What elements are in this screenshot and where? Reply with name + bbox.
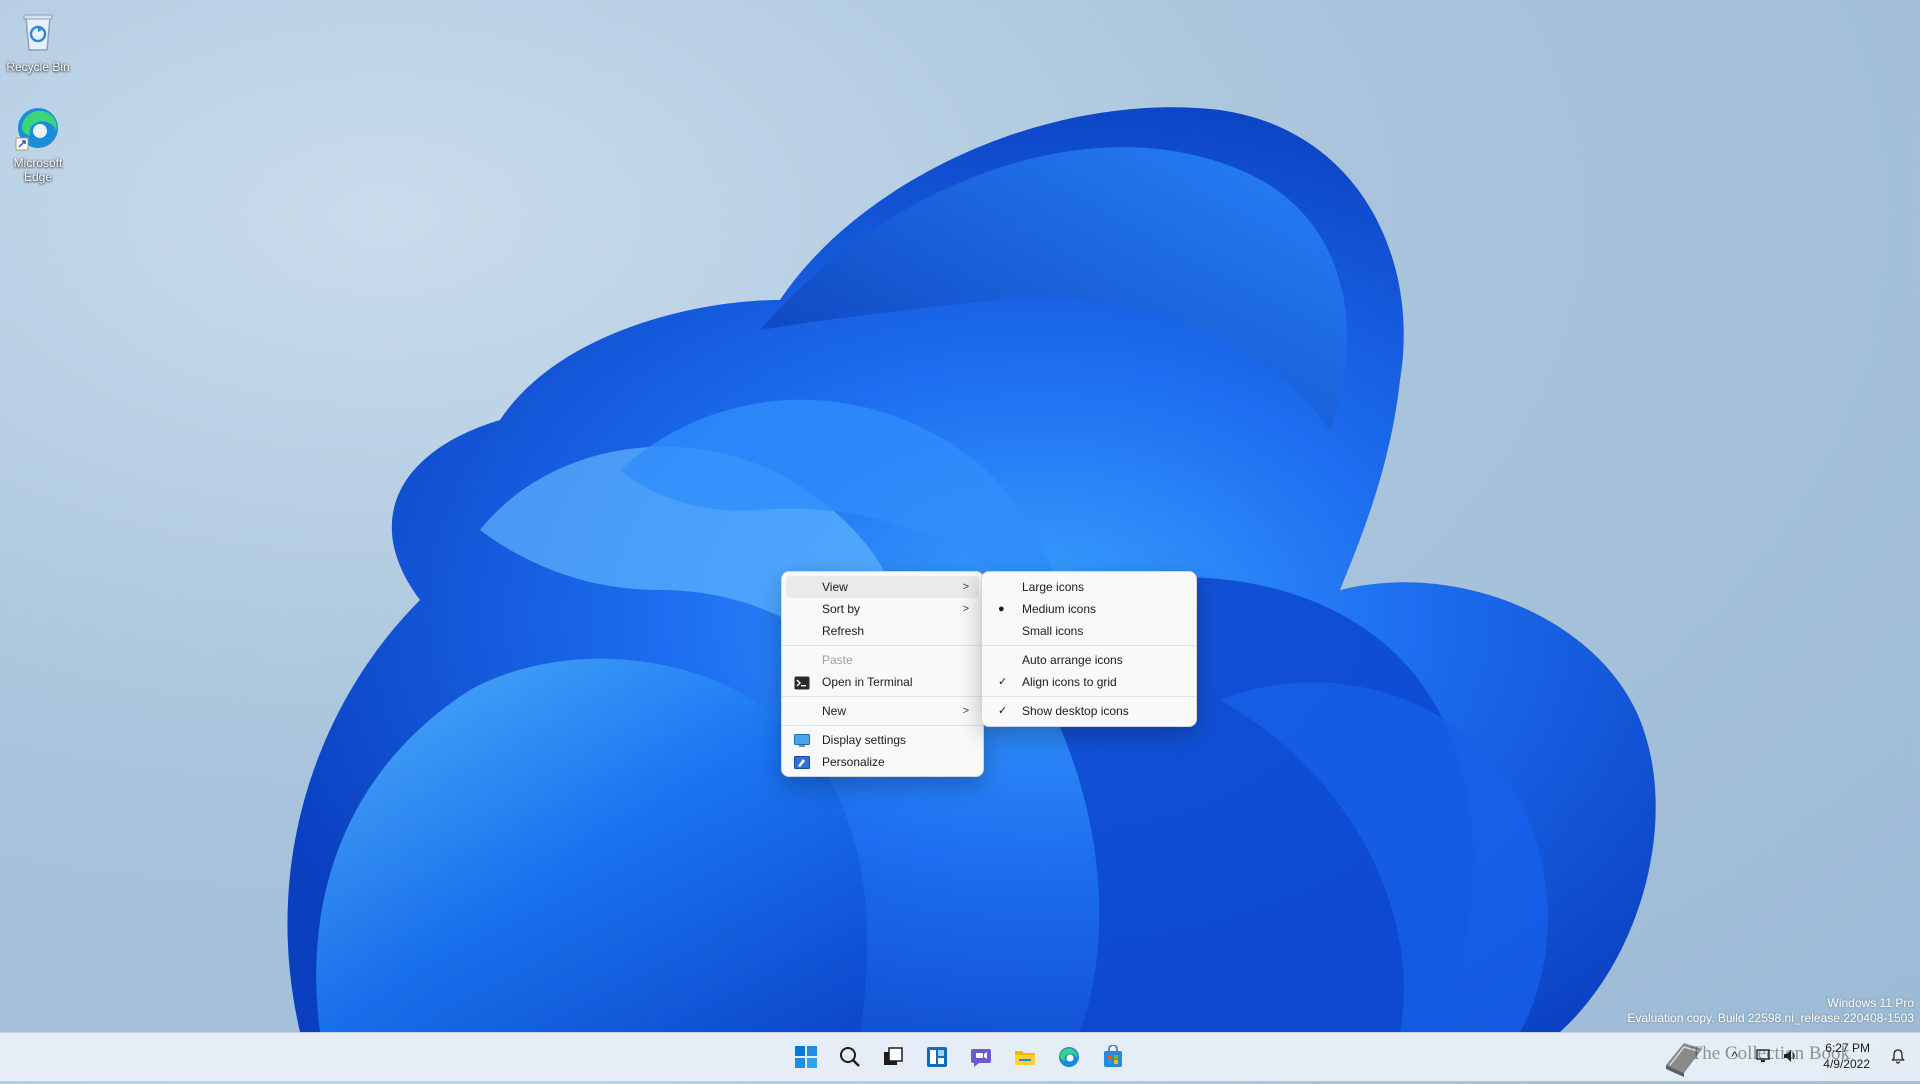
menu-item-open-in-terminal[interactable]: Open in Terminal xyxy=(786,671,979,693)
submenu-item-show-desktop-icons[interactable]: ✓ Show desktop icons xyxy=(986,700,1192,722)
search-icon xyxy=(840,1047,860,1067)
desktop-icon-microsoft-edge[interactable]: Microsoft Edge xyxy=(0,104,76,184)
task-view-icon xyxy=(884,1047,903,1065)
menu-item-label: Small icons xyxy=(1022,624,1084,638)
menu-separator xyxy=(782,645,983,646)
menu-item-label: Personalize xyxy=(822,755,885,769)
edge-icon xyxy=(14,104,62,152)
submenu-item-align-to-grid[interactable]: ✓ Align icons to grid xyxy=(986,671,1192,693)
recycle-bin-icon xyxy=(14,8,62,56)
menu-item-label: Align icons to grid xyxy=(1022,675,1117,689)
chat-button[interactable] xyxy=(965,1041,997,1073)
menu-item-new[interactable]: New > xyxy=(786,700,979,722)
submenu-item-large-icons[interactable]: Large icons xyxy=(986,576,1192,598)
menu-item-label: Medium icons xyxy=(1022,602,1097,616)
store-button[interactable] xyxy=(1097,1041,1129,1073)
view-submenu: Large icons ● Medium icons Small icons A… xyxy=(981,571,1197,727)
menu-item-label: View xyxy=(822,580,848,594)
clock-date: 4/9/2022 xyxy=(1823,1057,1870,1071)
menu-item-label: Auto arrange icons xyxy=(1022,653,1123,667)
desktop-icon-label: Recycle Bin xyxy=(6,60,70,74)
chevron-right-icon: > xyxy=(962,603,969,615)
wallpaper-bloom xyxy=(287,107,1656,1032)
menu-separator xyxy=(982,696,1196,697)
taskbar: The Collection Book ^ 6:27 PM 4/9/2022 xyxy=(0,1032,1920,1081)
menu-item-refresh[interactable]: Refresh xyxy=(786,620,979,642)
menu-item-label: Large icons xyxy=(1022,580,1085,594)
radio-bullet-icon: ● xyxy=(998,603,1005,615)
menu-item-sort-by[interactable]: Sort by > xyxy=(786,598,979,620)
menu-item-label: New xyxy=(822,704,847,718)
menu-item-personalize[interactable]: Personalize xyxy=(786,751,979,773)
menu-item-paste: Paste xyxy=(786,649,979,671)
menu-item-display-settings[interactable]: Display settings xyxy=(786,729,979,751)
evaluation-watermark: Windows 11 Pro Evaluation copy. Build 22… xyxy=(1627,996,1914,1026)
menu-separator xyxy=(782,696,983,697)
tray-chevron-up-icon[interactable]: ^ xyxy=(1731,1048,1738,1064)
menu-item-label: Sort by xyxy=(822,602,861,616)
edge-button[interactable] xyxy=(1053,1041,1085,1073)
menu-item-label: Display settings xyxy=(822,733,907,747)
clock[interactable]: 6:27 PM 4/9/2022 xyxy=(1823,1040,1870,1072)
file-explorer-button[interactable] xyxy=(1009,1041,1041,1073)
volume-icon[interactable] xyxy=(1782,1048,1798,1067)
desktop-icon-label: Microsoft Edge xyxy=(13,156,63,184)
personalize-icon xyxy=(794,755,810,769)
submenu-item-small-icons[interactable]: Small icons xyxy=(986,620,1192,642)
chat-icon xyxy=(971,1049,991,1067)
terminal-icon xyxy=(794,675,810,690)
menu-separator xyxy=(982,645,1196,646)
menu-item-label: Show desktop icons xyxy=(1022,704,1129,718)
widgets-icon xyxy=(927,1047,947,1067)
network-icon[interactable] xyxy=(1756,1048,1772,1067)
system-tray: The Collection Book ^ 6:27 PM 4/9/2022 xyxy=(1620,1033,1920,1081)
menu-separator xyxy=(782,725,983,726)
menu-item-label: Paste xyxy=(822,653,853,667)
watermark-build: Evaluation copy. Build 22598.ni_release.… xyxy=(1627,1011,1914,1025)
task-view-button[interactable] xyxy=(877,1041,909,1073)
chevron-right-icon: > xyxy=(962,705,969,717)
file-explorer-icon xyxy=(1015,1051,1035,1065)
notification-icon[interactable] xyxy=(1890,1048,1906,1067)
submenu-item-medium-icons[interactable]: ● Medium icons xyxy=(986,598,1192,620)
search-button[interactable] xyxy=(834,1041,866,1073)
start-icon xyxy=(795,1046,817,1068)
display-icon xyxy=(794,733,810,747)
menu-item-label: Refresh xyxy=(822,624,865,638)
widgets-button[interactable] xyxy=(921,1041,953,1073)
watermark-edition: Windows 11 Pro xyxy=(1827,996,1914,1010)
menu-item-view[interactable]: View > xyxy=(786,576,979,598)
chevron-right-icon: > xyxy=(962,581,969,593)
checkmark-icon: ✓ xyxy=(998,676,1008,688)
desktop-icon-recycle-bin[interactable]: Recycle Bin xyxy=(0,8,76,74)
submenu-item-auto-arrange[interactable]: Auto arrange icons xyxy=(986,649,1192,671)
menu-item-label: Open in Terminal xyxy=(822,675,913,689)
start-button[interactable] xyxy=(790,1041,822,1073)
edge-icon xyxy=(1059,1047,1079,1067)
clock-time: 6:27 PM xyxy=(1825,1041,1870,1055)
store-icon xyxy=(1104,1045,1122,1067)
desktop-context-menu: View > Sort by > Refresh Paste Open in T… xyxy=(781,571,984,777)
checkmark-icon: ✓ xyxy=(998,705,1008,717)
